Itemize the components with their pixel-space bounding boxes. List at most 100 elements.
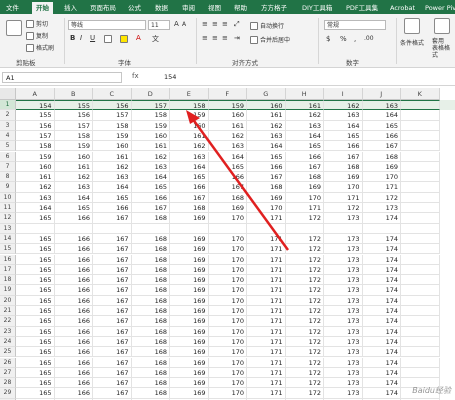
cell[interactable]: 166 (54, 306, 93, 317)
cell[interactable]: 169 (247, 192, 286, 203)
cell[interactable]: 165 (16, 254, 55, 265)
tab-home[interactable]: 开始 (32, 2, 53, 14)
row-header[interactable]: 2 (0, 110, 16, 121)
cell[interactable]: 165 (131, 182, 170, 193)
cell[interactable]: 170 (208, 213, 247, 224)
cell[interactable]: 167 (93, 264, 132, 276)
cell[interactable]: 171 (247, 357, 286, 368)
cell[interactable]: 167 (208, 182, 247, 193)
row-header[interactable]: 25 (0, 347, 16, 358)
cell[interactable]: 160 (131, 130, 170, 142)
cell[interactable]: 171 (247, 378, 286, 389)
cell[interactable]: 173 (324, 244, 363, 255)
cell[interactable]: 163 (362, 100, 401, 111)
italic-icon[interactable]: I (80, 34, 82, 42)
cell[interactable] (401, 254, 440, 265)
row-header[interactable]: 14 (0, 233, 16, 245)
cell[interactable]: 170 (208, 367, 247, 379)
row-header[interactable]: 26 (0, 357, 16, 368)
cell[interactable]: 169 (324, 172, 363, 183)
row-header[interactable]: 29 (0, 388, 16, 399)
cell[interactable]: 168 (247, 182, 286, 193)
cell[interactable]: 166 (247, 161, 286, 173)
cell[interactable]: 172 (285, 295, 324, 306)
cell[interactable]: 160 (16, 161, 55, 173)
cell[interactable]: 160 (208, 110, 247, 121)
cell[interactable] (401, 151, 440, 162)
cell[interactable]: 165 (16, 347, 55, 358)
cell[interactable]: 171 (247, 388, 286, 399)
cell[interactable]: 170 (285, 192, 324, 203)
cell[interactable]: 170 (208, 244, 247, 255)
currency-icon[interactable]: $ (326, 35, 330, 43)
cell[interactable]: 168 (285, 172, 324, 183)
cell[interactable]: 162 (324, 100, 363, 111)
cell[interactable] (401, 357, 440, 368)
cell[interactable]: 174 (362, 244, 401, 255)
paste-icon[interactable] (6, 20, 22, 36)
cell[interactable]: 165 (285, 141, 324, 152)
formula-input[interactable]: 154 (164, 72, 176, 82)
cell[interactable]: 168 (131, 357, 170, 368)
cell[interactable]: 171 (247, 254, 286, 265)
cell[interactable]: 170 (208, 347, 247, 358)
cell[interactable]: 172 (285, 357, 324, 368)
cell[interactable]: 163 (324, 110, 363, 121)
cell[interactable]: 173 (324, 347, 363, 358)
cell[interactable]: 172 (285, 244, 324, 255)
cell[interactable]: 168 (131, 275, 170, 286)
cell[interactable]: 166 (170, 182, 209, 193)
row-header[interactable]: 12 (0, 213, 16, 224)
cell[interactable]: 173 (324, 367, 363, 379)
cell[interactable]: 168 (131, 264, 170, 276)
cell[interactable]: 168 (131, 285, 170, 296)
cell[interactable]: 173 (362, 203, 401, 214)
comma-icon[interactable]: , (354, 35, 356, 43)
cell[interactable]: 164 (208, 151, 247, 162)
cell[interactable]: 174 (362, 367, 401, 379)
cell[interactable]: 160 (54, 151, 93, 162)
cell[interactable] (401, 141, 440, 152)
align-center-icon[interactable]: ≡ (212, 34, 218, 42)
row-header[interactable]: 21 (0, 306, 16, 317)
row-header[interactable]: 13 (0, 223, 16, 234)
cell[interactable]: 168 (131, 336, 170, 348)
cell[interactable]: 173 (324, 316, 363, 327)
column-header[interactable]: B (54, 88, 93, 100)
cell[interactable]: 167 (362, 141, 401, 152)
cell[interactable]: 164 (247, 141, 286, 152)
cell[interactable]: 170 (208, 295, 247, 306)
row-header[interactable]: 24 (0, 336, 16, 348)
cell[interactable]: 169 (170, 275, 209, 286)
cell[interactable]: 171 (285, 203, 324, 214)
wrap-text-button[interactable]: 自动换行 (250, 21, 284, 30)
cell[interactable]: 165 (16, 378, 55, 389)
cell[interactable]: 162 (54, 172, 93, 183)
cell[interactable]: 169 (170, 326, 209, 337)
cell[interactable]: 172 (285, 275, 324, 286)
cell[interactable]: 167 (93, 213, 132, 224)
cell[interactable]: 169 (362, 161, 401, 173)
cell[interactable] (16, 223, 55, 234)
column-header[interactable]: F (208, 88, 247, 100)
tab-insert[interactable]: 插入 (64, 2, 77, 14)
column-header[interactable]: I (324, 88, 363, 100)
cell[interactable]: 174 (362, 316, 401, 327)
cell[interactable]: 166 (54, 347, 93, 358)
cell[interactable]: 169 (170, 336, 209, 348)
cell[interactable]: 169 (170, 254, 209, 265)
orientation-icon[interactable]: ⤢ (234, 20, 240, 29)
cell[interactable]: 168 (324, 161, 363, 173)
cell[interactable]: 170 (208, 254, 247, 265)
cell[interactable]: 165 (208, 161, 247, 173)
cell[interactable]: 166 (362, 130, 401, 142)
cell[interactable]: 164 (54, 192, 93, 203)
cell[interactable]: 165 (362, 120, 401, 131)
cell[interactable]: 173 (324, 295, 363, 306)
number-format-select[interactable]: 常规 (324, 20, 386, 30)
cell[interactable]: 173 (324, 213, 363, 224)
cell[interactable]: 172 (324, 203, 363, 214)
cell[interactable]: 169 (170, 233, 209, 245)
cell[interactable]: 173 (324, 357, 363, 368)
cell[interactable]: 165 (324, 130, 363, 142)
